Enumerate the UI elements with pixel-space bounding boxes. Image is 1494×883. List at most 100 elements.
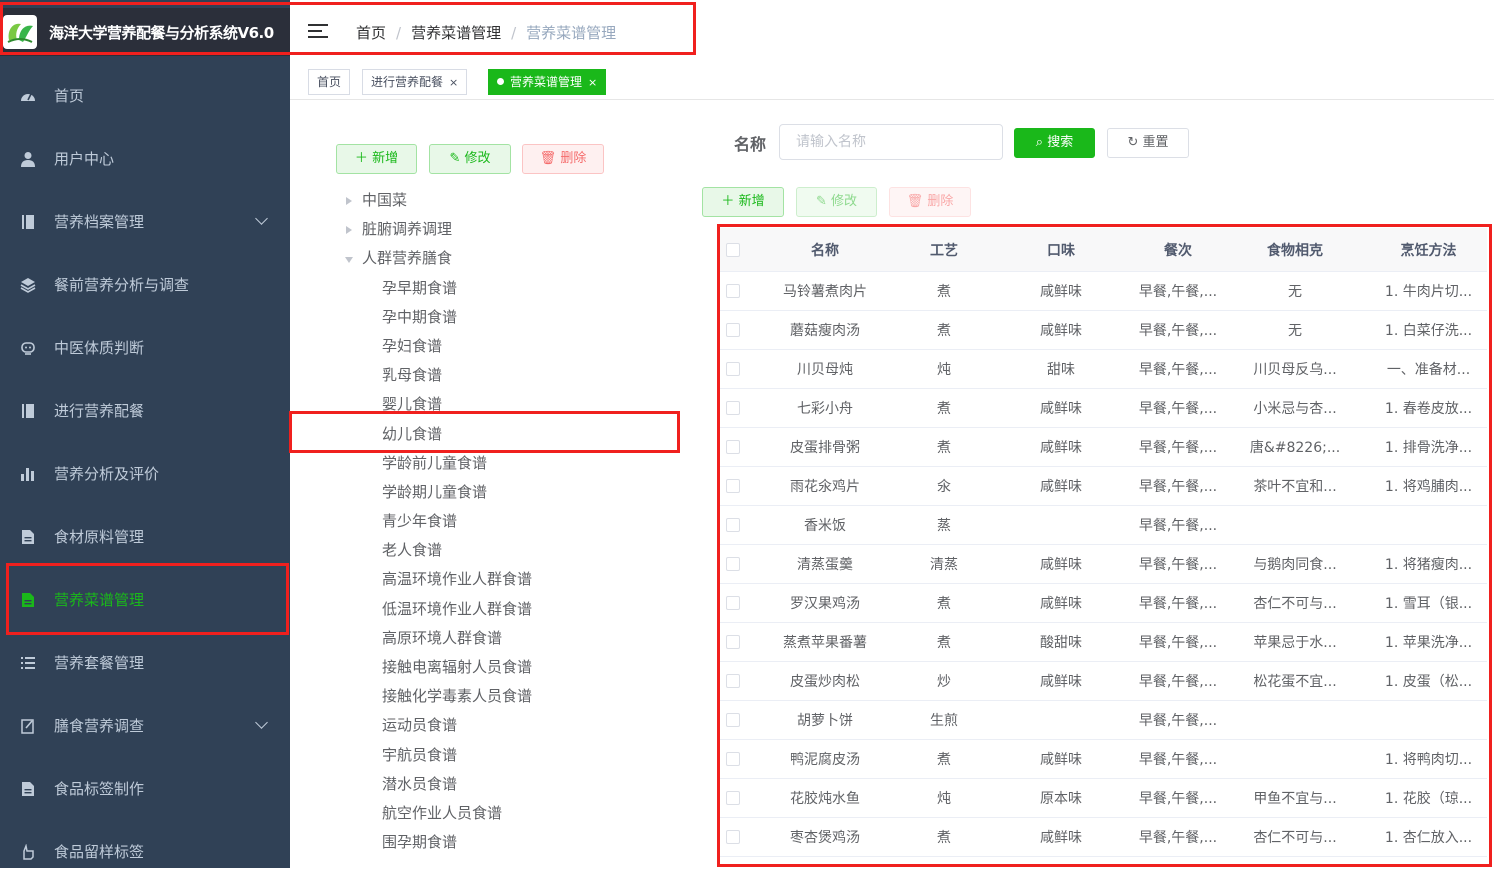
chevron-down-icon (255, 716, 268, 729)
tree-node[interactable]: 学龄期儿童食谱 (340, 478, 680, 507)
tree-node[interactable]: 孕中期食谱 (340, 303, 680, 332)
search-input[interactable] (779, 124, 1003, 160)
tree-node[interactable]: 围孕期食谱 (340, 828, 680, 857)
tree-node[interactable]: 潜水员食谱 (340, 770, 680, 799)
tree-add-button[interactable]: ＋ 新增 (336, 144, 417, 174)
close-icon[interactable]: × (588, 76, 597, 89)
tree-node[interactable]: 孕妇食谱 (340, 332, 680, 361)
trash-icon: 🗑 (906, 194, 924, 209)
sidebar-item-label: 膳食营养调查 (54, 717, 145, 735)
sidebar-item-label: 进行营养配餐 (54, 402, 145, 420)
sidebar-item-label: 营养套餐管理 (54, 654, 145, 672)
chevron-down-icon (255, 212, 268, 225)
caret-right-icon[interactable] (346, 197, 352, 205)
tree-node-label: 乳母食谱 (382, 366, 443, 385)
reset-button[interactable]: ↻ 重置 (1107, 128, 1189, 158)
tree-node[interactable]: 学龄前儿童食谱 (340, 449, 680, 478)
tree-node-label: 学龄前儿童食谱 (382, 453, 488, 472)
tree-node[interactable]: 运动员食谱 (340, 711, 680, 740)
tag-meal-planning[interactable]: 进行营养配餐 × (362, 69, 468, 95)
tree-node[interactable]: 高温环境作业人群食谱 (340, 565, 680, 594)
sidebar-item-label: 食品标签制作 (54, 780, 145, 798)
tree-node[interactable]: 人群营养膳食 (340, 244, 680, 273)
tag-home[interactable]: 首页 (308, 69, 351, 95)
tree-node-label: 人群营养膳食 (362, 249, 453, 268)
tree-node-label: 孕中期食谱 (382, 307, 458, 326)
tree-node-label: 学龄期儿童食谱 (382, 482, 488, 501)
caret-down-icon[interactable] (345, 257, 353, 264)
tree-node-label: 老人食谱 (382, 541, 443, 560)
sidebar-item-4[interactable]: 中医体质判断 (0, 316, 290, 379)
document-icon (20, 529, 36, 545)
dashboard-icon (20, 88, 36, 104)
sidebar-item-11[interactable]: 食品标签制作 (0, 757, 290, 820)
book-icon (20, 403, 36, 419)
caret-right-icon[interactable] (346, 226, 352, 235)
user-icon (20, 151, 36, 167)
edit-icon (20, 718, 36, 734)
delete-button[interactable]: 🗑 删除 (889, 187, 971, 217)
tree-node[interactable]: 青少年食谱 (340, 507, 680, 536)
book-icon (20, 214, 36, 230)
sidebar-item-12[interactable]: 食品留样标签 (0, 820, 290, 883)
tree-node[interactable]: 宇航员食谱 (340, 741, 680, 770)
add-label: 新增 (738, 194, 765, 209)
sidebar-item-9[interactable]: 营养套餐管理 (0, 631, 290, 694)
document-icon (20, 781, 36, 797)
sidebar-item-label: 营养分析及评价 (54, 465, 160, 483)
tag-label: 进行营养配餐 (371, 75, 444, 89)
sidebar-item-5[interactable]: 进行营养配餐 (0, 379, 290, 442)
edit-button[interactable]: ✎ 修改 (796, 187, 877, 217)
sidebar-item-label: 食材原料管理 (54, 528, 145, 546)
search-button[interactable]: ⌕ 搜索 (1014, 128, 1095, 158)
sidebar-item-1[interactable]: 用户中心 (0, 127, 290, 190)
tree-node[interactable]: 孕早期食谱 (340, 274, 680, 303)
edit-label: 修改 (831, 194, 858, 209)
sidebar-item-label: 中医体质判断 (54, 339, 145, 357)
tree-node-label: 青少年食谱 (382, 512, 458, 531)
search-label: 名称 (734, 135, 767, 154)
sidebar-item-label: 营养档案管理 (54, 213, 145, 231)
sidebar-item-6[interactable]: 营养分析及评价 (0, 442, 290, 505)
tree-delete-button[interactable]: 🗑 删除 (522, 144, 604, 174)
tree-node-label: 接触化学毒素人员食谱 (382, 687, 533, 706)
tag-label: 首页 (317, 75, 342, 89)
sidebar-item-label: 餐前营养分析与调查 (54, 276, 190, 294)
tree-node[interactable]: 接触化学毒素人员食谱 (340, 682, 680, 711)
sidebar-item-label: 用户中心 (54, 150, 115, 168)
tree-node-label: 航空作业人员食谱 (382, 803, 503, 822)
sidebar-item-3[interactable]: 餐前营养分析与调查 (0, 253, 290, 316)
list-icon (20, 655, 36, 671)
add-button[interactable]: ＋ 新增 (702, 187, 784, 217)
tree-node-label: 潜水员食谱 (382, 774, 458, 793)
tree-node[interactable]: 中国菜 (340, 186, 680, 215)
tag-recipe-management[interactable]: 营养菜谱管理 × (488, 69, 607, 95)
tree-node[interactable]: 航空作业人员食谱 (340, 799, 680, 828)
search-button-label: 搜索 (1047, 135, 1074, 150)
close-icon[interactable]: × (449, 76, 458, 89)
tree-node[interactable]: 老人食谱 (340, 536, 680, 565)
sidebar-item-10[interactable]: 膳食营养调查 (0, 694, 290, 757)
sidebar-item-2[interactable]: 营养档案管理 (0, 190, 290, 253)
tree-node-label: 中国菜 (362, 191, 408, 209)
sidebar-item-0[interactable]: 首页 (0, 64, 290, 127)
tree-edit-button[interactable]: ✎ 修改 (429, 144, 511, 174)
sidebar-item-7[interactable]: 食材原料管理 (0, 505, 290, 568)
tree-node[interactable]: 高原环境人群食谱 (340, 624, 680, 653)
tree-node-label: 脏腑调养调理 (362, 220, 453, 239)
tree-node[interactable]: 乳母食谱 (340, 361, 680, 390)
tree-node-label: 运动员食谱 (382, 716, 458, 735)
annotation-box-header (0, 2, 696, 55)
tree-node-label: 孕早期食谱 (382, 278, 458, 297)
tree-node[interactable]: 低温环境作业人群食谱 (340, 595, 680, 624)
tags-view: 首页 进行营养配餐 × 营养菜谱管理 × (290, 64, 1494, 100)
tree-node[interactable]: 脏腑调养调理 (340, 215, 680, 244)
tree-node[interactable]: 接触电离辐射人员食谱 (340, 653, 680, 682)
robot-icon (20, 340, 36, 356)
tree-node-label: 孕妇食谱 (382, 336, 443, 355)
hand-icon (20, 843, 36, 860)
tree-node-label: 宇航员食谱 (382, 745, 458, 764)
reset-button-label: 重置 (1142, 135, 1169, 150)
category-tree: 中国菜 脏腑调养调理 人群营养膳食 孕早期食谱 孕中期食谱 孕妇食谱 乳母食谱 婴儿食谱 幼儿食… (340, 186, 680, 857)
refresh-icon: ↻ (1127, 135, 1139, 150)
